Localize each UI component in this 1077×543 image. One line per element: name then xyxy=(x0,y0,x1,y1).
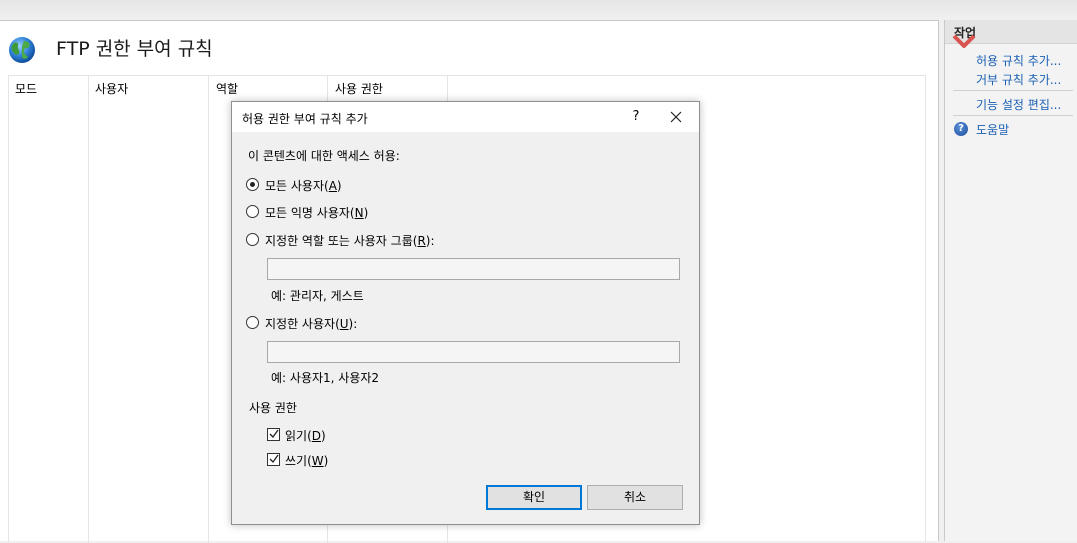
radio-roles-or-groups[interactable] xyxy=(246,233,259,246)
dialog-titlebar: 허용 권한 부여 규칙 추가 ? xyxy=(232,102,699,132)
column-divider xyxy=(208,76,209,543)
globe-icon xyxy=(9,37,35,63)
column-header-permissions[interactable]: 사용 권한 xyxy=(335,80,383,97)
permissions-label: 사용 권한 xyxy=(249,401,297,415)
read-checkbox[interactable] xyxy=(267,428,280,441)
users-input[interactable] xyxy=(267,341,680,363)
checkmark-icon xyxy=(269,429,279,439)
radio-specific-users-label[interactable]: 지정한 사용자(U): xyxy=(265,315,357,332)
radio-roles-or-groups-label[interactable]: 지정한 역할 또는 사용자 그룹(R): xyxy=(265,232,435,249)
access-label: 이 콘텐츠에 대한 액세스 허용: xyxy=(248,149,400,163)
radio-anonymous-users[interactable] xyxy=(246,205,259,218)
roles-example: 예: 관리자, 게스트 xyxy=(271,289,364,303)
radio-anonymous-users-label[interactable]: 모든 익명 사용자(N) xyxy=(265,204,368,221)
collapse-chevron-icon[interactable] xyxy=(952,33,976,51)
dialog-help-button[interactable]: ? xyxy=(626,106,646,128)
help-icon: ? xyxy=(954,122,968,136)
roles-input[interactable] xyxy=(267,258,680,280)
top-band xyxy=(0,0,1077,20)
read-checkbox-label[interactable]: 읽기(D) xyxy=(285,427,326,444)
add-deny-rule-link[interactable]: 거부 규칙 추가... xyxy=(976,71,1061,88)
add-allow-rule-link[interactable]: 허용 규칙 추가... xyxy=(976,52,1061,69)
column-divider xyxy=(88,76,89,543)
radio-all-users-label[interactable]: 모든 사용자(A) xyxy=(265,177,342,194)
actions-divider xyxy=(953,90,1073,91)
radio-specific-users[interactable] xyxy=(246,316,259,329)
dialog-title: 허용 권한 부여 규칙 추가 xyxy=(242,112,368,126)
write-checkbox[interactable] xyxy=(267,453,280,466)
ok-button[interactable]: 확인 xyxy=(486,485,582,510)
column-header-users[interactable]: 사용자 xyxy=(95,80,128,97)
column-header-mode[interactable]: 모드 xyxy=(15,80,37,97)
page-title: FTP 권한 부여 규칙 xyxy=(56,38,213,60)
actions-pane: 작업 허용 규칙 추가... 거부 규칙 추가... 기능 설정 편집... ?… xyxy=(944,20,1077,541)
users-example: 예: 사용자1, 사용자2 xyxy=(271,371,380,385)
write-checkbox-label[interactable]: 쓰기(W) xyxy=(285,452,328,469)
radio-all-users[interactable] xyxy=(246,178,259,191)
add-allow-rule-dialog: 허용 권한 부여 규칙 추가 ? 이 콘텐츠에 대한 액세스 허용: 모든 사용… xyxy=(231,101,700,525)
checkmark-icon xyxy=(269,454,279,464)
close-icon[interactable] xyxy=(664,106,688,128)
actions-divider xyxy=(953,115,1073,116)
edit-feature-settings-link[interactable]: 기능 설정 편집... xyxy=(976,96,1061,113)
column-header-roles[interactable]: 역할 xyxy=(216,80,238,97)
cancel-button[interactable]: 취소 xyxy=(587,485,683,510)
help-link[interactable]: 도움말 xyxy=(976,121,1009,138)
